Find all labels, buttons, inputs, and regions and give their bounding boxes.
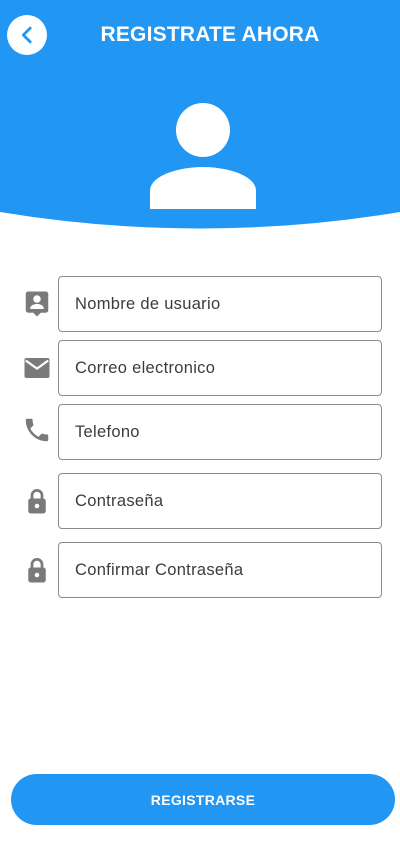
password-input[interactable] [59, 474, 381, 528]
password-field[interactable] [58, 473, 382, 529]
phone-icon [25, 418, 49, 442]
back-button[interactable] [7, 15, 47, 55]
person-icon [150, 103, 256, 209]
register-button[interactable]: REGISTRARSE [11, 774, 395, 825]
confirm-password-input[interactable] [59, 543, 381, 597]
username-input[interactable] [59, 277, 381, 331]
username-field[interactable] [58, 276, 382, 332]
mail-icon [24, 358, 50, 378]
page-title: REGISTRATE AHORA [100, 23, 320, 46]
phone-input[interactable] [59, 405, 381, 459]
email-field[interactable] [58, 340, 382, 396]
lock-icon [28, 558, 46, 583]
header: REGISTRATE AHORA [0, 0, 400, 232]
email-input[interactable] [59, 341, 381, 395]
confirm-password-field[interactable] [58, 542, 382, 598]
account-box-icon [25, 291, 49, 317]
chevron-left-icon [21, 26, 32, 44]
lock-icon [28, 489, 46, 514]
phone-field[interactable] [58, 404, 382, 460]
